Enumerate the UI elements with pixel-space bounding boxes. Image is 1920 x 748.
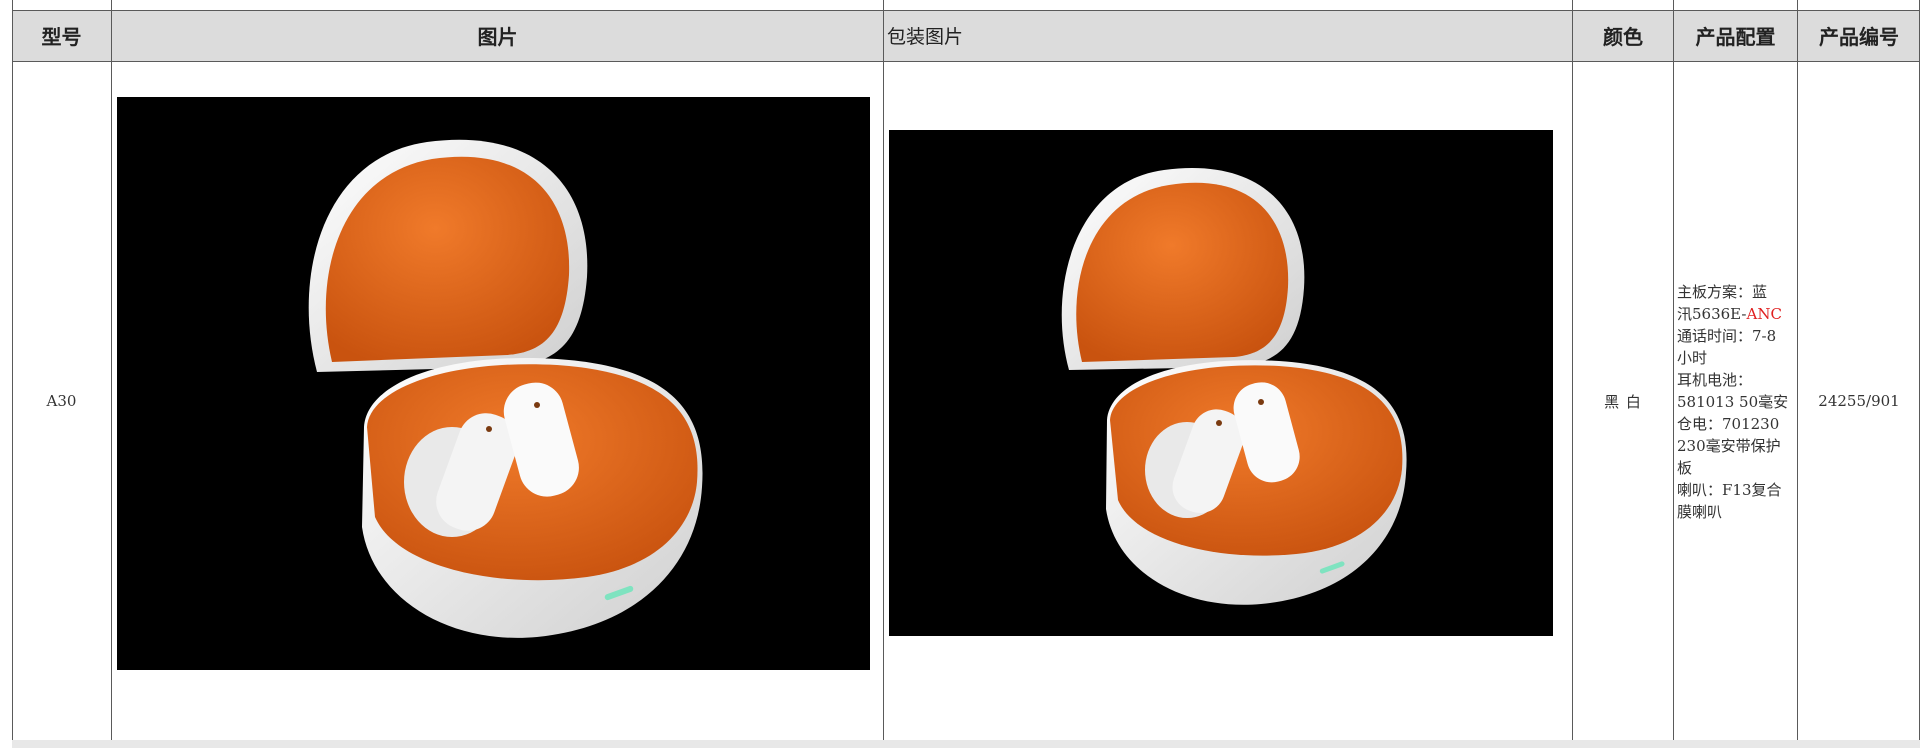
config-line: 板: [1677, 459, 1693, 477]
cell-color[interactable]: 黑 白: [1573, 62, 1673, 740]
grid-line: [1673, 0, 1674, 748]
spreadsheet: 型号 图片 包装图片 颜色 产品配置 产品编号 A30 黑 白 24255/90…: [0, 0, 1920, 748]
header-color[interactable]: 颜色: [1573, 10, 1673, 61]
config-line: 230毫安带保护: [1677, 437, 1781, 455]
cell-config[interactable]: 主板方案：蓝 汛5636E-ANC 通话时间：7-8 小时 耳机电池： 5810…: [1677, 281, 1795, 523]
earbuds-case-open-icon: [1061, 168, 1407, 605]
next-row-strip: [12, 740, 1920, 748]
grid-line: [1797, 0, 1798, 748]
config-line: 汛5636E-ANC: [1677, 303, 1795, 325]
config-line: 耳机电池：: [1677, 371, 1753, 389]
config-line: 581013 50毫安: [1677, 393, 1789, 411]
config-line: 小时: [1677, 349, 1708, 367]
config-anc-accent: ANC: [1746, 305, 1782, 323]
header-model[interactable]: 型号: [12, 10, 111, 61]
package-image[interactable]: [889, 130, 1553, 636]
config-line: 仓电：701230: [1677, 415, 1780, 433]
product-image[interactable]: [117, 97, 870, 670]
config-line-prefix: 汛5636E-: [1677, 305, 1747, 323]
header-config[interactable]: 产品配置: [1674, 10, 1797, 61]
header-image[interactable]: 图片: [112, 10, 883, 61]
cell-code[interactable]: 24255/901: [1798, 62, 1920, 740]
header-package-image[interactable]: 包装图片: [884, 10, 1572, 61]
grid-line: [12, 0, 13, 748]
grid-line: [12, 10, 1920, 11]
config-line: 喇叭：F13复合: [1677, 481, 1782, 499]
config-line: 主板方案：蓝: [1677, 283, 1768, 301]
earbuds-case-open-icon: [308, 139, 703, 638]
header-code[interactable]: 产品编号: [1798, 10, 1920, 61]
grid-line: [12, 61, 1920, 62]
grid-line: [111, 0, 112, 748]
config-line: 通话时间：7-8: [1677, 327, 1777, 345]
cell-model[interactable]: A30: [12, 62, 111, 740]
grid-line: [883, 0, 884, 748]
grid-line: [1572, 0, 1573, 748]
config-line: 膜喇叭: [1677, 503, 1723, 521]
